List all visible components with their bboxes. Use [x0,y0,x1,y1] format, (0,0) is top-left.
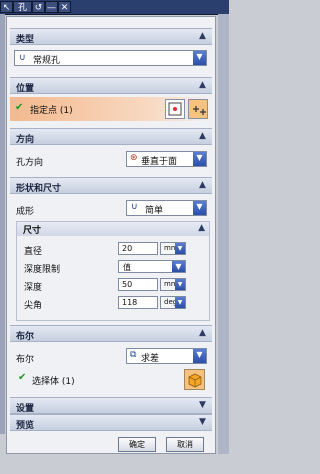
chevron-down-icon[interactable]: ▼ [172,261,185,272]
preview-section-header[interactable]: 预览 ▼ [10,414,212,431]
collapse-caret-icon[interactable]: ▲ [197,180,208,191]
chevron-down-icon[interactable]: ▼ [193,51,206,65]
position-section-title: 位置 [16,84,35,94]
collapse-caret-icon[interactable]: ▲ [197,131,208,142]
tip-angle-unit-select[interactable]: deg ▼ [160,296,186,309]
right-scroll-strip[interactable] [218,14,229,454]
sketch-point-icon[interactable] [165,99,185,119]
boolean-label: 布尔 [16,355,35,365]
collapse-caret-icon[interactable]: ▲ [198,223,205,233]
normal-direction-icon: ⊛ [130,153,138,163]
u-shape-icon: ∪ [131,202,138,212]
diameter-unit-select[interactable]: mm ▼ [160,242,186,255]
depth-limit-value: 值 [123,263,131,272]
form-label: 成形 [16,207,35,217]
type-section-header[interactable]: 类型 ▲ [10,28,212,45]
boolean-select[interactable]: ⧉ 求差 ▼ [126,348,207,364]
close-button[interactable]: ✕ [58,1,71,13]
undo-button[interactable]: ↺ [32,1,45,13]
point-dialog-icon[interactable] [188,99,208,119]
cancel-label: 取消 [177,440,193,449]
expand-caret-icon[interactable]: ▼ [197,417,208,428]
size-subsection-title: 尺寸 [23,226,42,236]
type-section-title: 类型 [16,35,35,45]
depth-unit-select[interactable]: mm ▼ [160,278,186,291]
depth-limit-select[interactable]: 值 ▼ [118,260,186,273]
direction-section-title: 方向 [16,135,35,145]
direction-section-header[interactable]: 方向 ▲ [10,128,212,145]
settings-section-title: 设置 [16,404,35,414]
chevron-down-icon[interactable]: ▼ [175,297,185,308]
ok-button[interactable]: 确定 [118,437,156,452]
boolean-section-header[interactable]: 布尔 ▲ [10,325,212,342]
chevron-down-icon[interactable]: ▼ [193,201,206,215]
position-section-header[interactable]: 位置 ▲ [10,77,212,94]
u-shape-icon: ∪ [19,53,26,63]
hole-type-select[interactable]: ∪ 常规孔 ▼ [14,50,207,66]
checkmark-icon: ✔ [15,102,24,113]
boolean-section-title: 布尔 [16,332,35,342]
select-body-label[interactable]: 选择体 (1) [32,374,75,387]
depth-label: 深度 [24,283,43,293]
left-toolbar-strip [0,14,5,434]
shape-size-section-header[interactable]: 形状和尺寸 ▲ [10,177,212,194]
form-select[interactable]: ∪ 简单 ▼ [126,200,207,216]
diameter-label: 直径 [24,247,43,257]
cancel-button[interactable]: 取消 [166,437,204,452]
minimize-button[interactable]: — [45,1,58,13]
tip-angle-label: 尖角 [24,301,43,311]
boolean-value: 求差 [141,354,160,364]
collapse-caret-icon[interactable]: ▲ [197,80,208,91]
specify-point-label: 指定点 (1) [30,106,73,116]
ok-label: 确定 [129,440,145,449]
chevron-down-icon[interactable]: ▼ [193,349,206,363]
chevron-down-icon[interactable]: ▼ [193,152,206,166]
depth-limit-label: 深度限制 [24,265,61,275]
diameter-value: 20 [122,244,133,253]
dialog-titlebar: ↖ 孔 ↺ — ✕ [0,0,229,15]
checkmark-icon: ✔ [18,372,27,383]
form-value: 简单 [145,206,164,216]
depth-input[interactable]: 50 [118,278,158,291]
tip-angle-value: 118 [122,298,138,307]
chevron-down-icon[interactable]: ▼ [175,279,185,290]
specify-point-row[interactable]: ✔ 指定点 (1) [10,97,212,121]
preview-section-title: 预览 [16,421,35,431]
chevron-down-icon[interactable]: ▼ [175,243,185,254]
diameter-input[interactable]: 20 [118,242,158,255]
tip-angle-input[interactable]: 118 [118,296,158,309]
hole-direction-label: 孔方向 [16,158,44,168]
size-subsection-header[interactable]: 尺寸 ▲ [17,222,209,236]
hole-direction-select[interactable]: ⊛ 垂直于面 ▼ [126,151,207,167]
hole-type-value: 常规孔 [33,56,61,66]
shape-size-section-title: 形状和尺寸 [16,184,62,194]
expand-caret-icon[interactable]: ▼ [197,400,208,411]
hole-title-button[interactable]: 孔 [13,1,32,13]
solid-body-icon[interactable] [184,369,205,390]
settings-section-header[interactable]: 设置 ▼ [10,397,212,414]
collapse-caret-icon[interactable]: ▲ [197,328,208,339]
depth-value: 50 [122,280,133,289]
subtract-icon: ⧉ [130,350,137,360]
select-arrow-button[interactable]: ↖ [0,1,13,13]
collapse-caret-icon[interactable]: ▲ [197,31,208,42]
hole-direction-value: 垂直于面 [141,157,178,167]
